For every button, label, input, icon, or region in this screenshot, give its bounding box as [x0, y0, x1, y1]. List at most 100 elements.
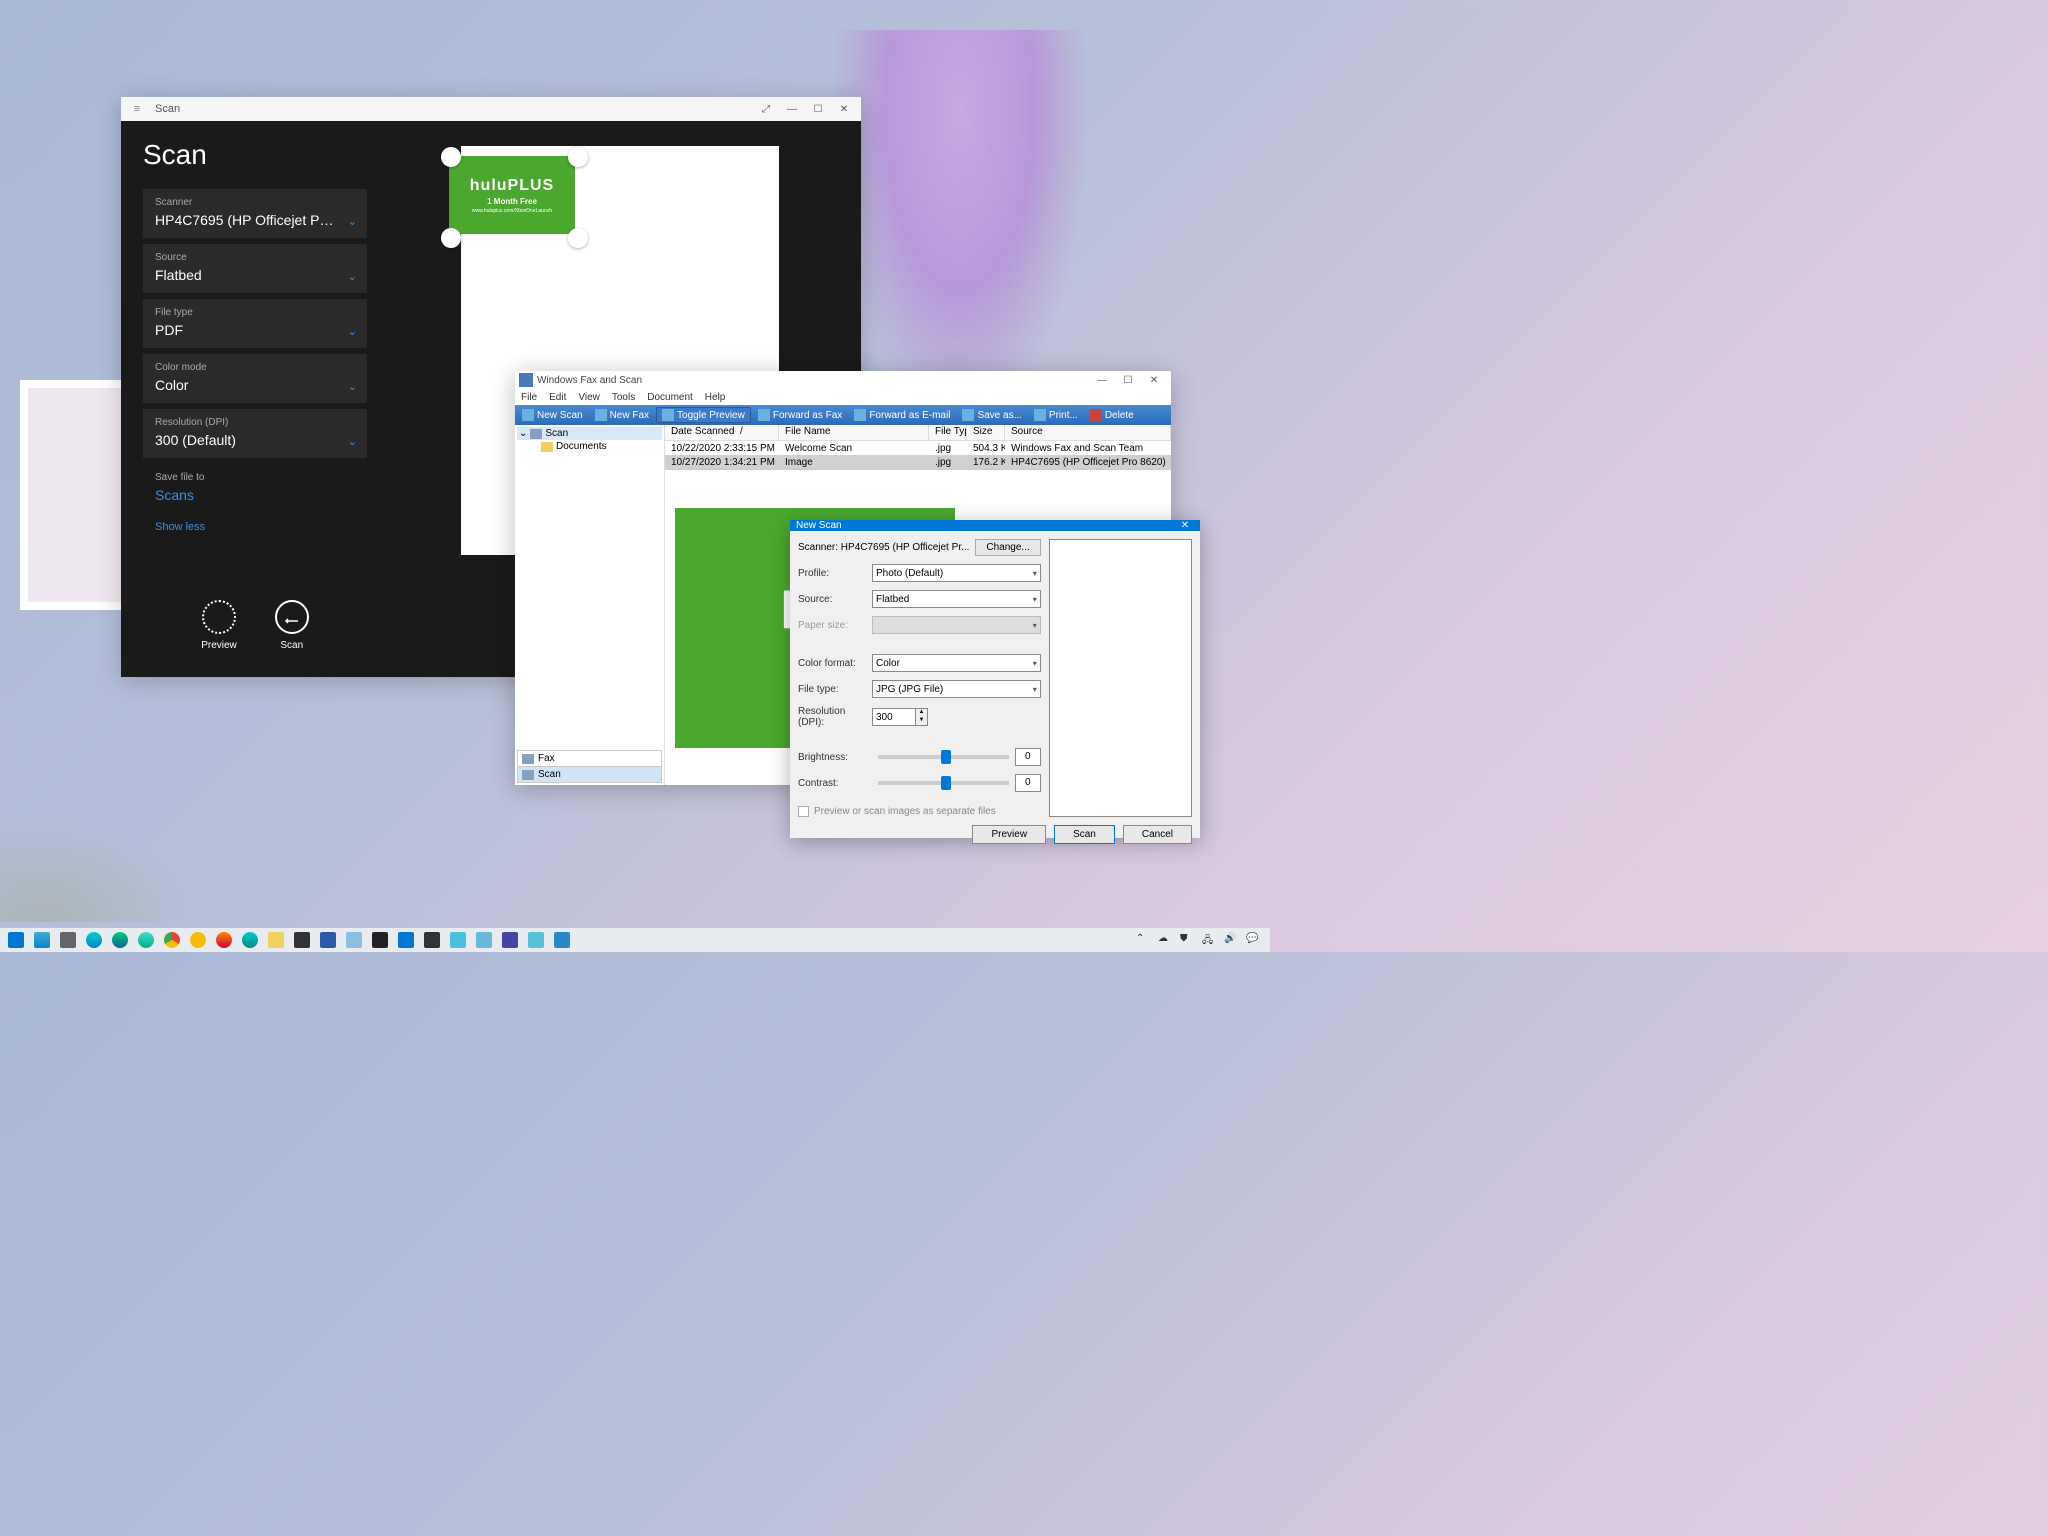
toggle-preview-button[interactable]: Toggle Preview	[656, 407, 751, 423]
source-select[interactable]: Flatbed▾	[872, 590, 1041, 608]
col-source[interactable]: Source	[1005, 425, 1171, 440]
scan-crop-region[interactable]: huluPLUS 1 Month Free www.huluplus.com/X…	[449, 156, 575, 234]
action-center-icon[interactable]: 💬	[1246, 933, 1260, 947]
filetype-dropdown[interactable]: File type PDF ⌄	[143, 299, 367, 348]
taskbar-app[interactable]	[238, 930, 261, 950]
cancel-button[interactable]: Cancel	[1123, 825, 1192, 844]
scan-titlebar[interactable]: ≡ Scan ⤢ — ☐ ✕	[121, 97, 861, 121]
close-button[interactable]: ✕	[1176, 520, 1194, 531]
taskbar-app[interactable]	[446, 930, 469, 950]
preview-button[interactable]: Preview	[201, 600, 237, 651]
scan-button[interactable]: Scan	[1054, 825, 1115, 844]
menu-file[interactable]: File	[521, 392, 537, 403]
fax-titlebar[interactable]: Windows Fax and Scan — ☐ ✕	[515, 371, 1171, 389]
volume-icon[interactable]: 🔊	[1224, 933, 1238, 947]
delete-button[interactable]: Delete	[1085, 408, 1139, 422]
scan-tab[interactable]: Scan	[517, 766, 662, 783]
explorer-button[interactable]	[264, 930, 287, 950]
minimize-button[interactable]: —	[779, 97, 805, 121]
fax-tab[interactable]: Fax	[517, 750, 662, 767]
network-icon[interactable]: 🖧	[1202, 933, 1216, 947]
dpi-input[interactable]	[872, 708, 916, 726]
maximize-button[interactable]: ☐	[1115, 371, 1141, 389]
chrome-button[interactable]	[160, 930, 183, 950]
colormode-dropdown[interactable]: Color mode Color ⌄	[143, 354, 367, 403]
firefox-button[interactable]	[212, 930, 235, 950]
terminal-button[interactable]	[368, 930, 391, 950]
col-filetype[interactable]: File Type	[929, 425, 967, 440]
savefile-link[interactable]: Save file to Scans	[143, 464, 367, 513]
col-date[interactable]: Date Scanned /	[665, 425, 779, 440]
brightness-value[interactable]: 0	[1015, 748, 1041, 766]
scanner-dropdown[interactable]: Scanner HP4C7695 (HP Officejet Pro 8620)…	[143, 189, 367, 238]
contrast-value[interactable]: 0	[1015, 774, 1041, 792]
taskbar-app[interactable]	[186, 930, 209, 950]
taskbar-app[interactable]	[498, 930, 521, 950]
save-as-button[interactable]: Save as...	[957, 408, 1026, 422]
forward-fax-button[interactable]: Forward as Fax	[753, 408, 847, 422]
taskbar-app[interactable]	[472, 930, 495, 950]
slider-thumb[interactable]	[941, 776, 951, 790]
table-row[interactable]: 10/27/2020 1:34:21 PM Image .jpg 176.2 K…	[665, 455, 1171, 469]
powershell-button[interactable]	[316, 930, 339, 950]
tree-documents-node[interactable]: Documents	[517, 440, 662, 453]
menu-view[interactable]: View	[578, 392, 600, 403]
crop-handle-tl[interactable]	[441, 147, 461, 167]
taskbar-app[interactable]	[394, 930, 417, 950]
expand-icon[interactable]: ⤢	[753, 97, 779, 121]
col-filename[interactable]: File Name	[779, 425, 929, 440]
colorformat-select[interactable]: Color▾	[872, 654, 1041, 672]
onedrive-icon[interactable]: ☁	[1158, 933, 1172, 947]
tray-chevron-icon[interactable]: ⌃	[1136, 933, 1150, 947]
new-fax-button[interactable]: New Fax	[590, 408, 654, 422]
newscan-titlebar[interactable]: New Scan ✕	[790, 520, 1200, 531]
separate-files-checkbox[interactable]	[798, 806, 809, 817]
taskbar-app[interactable]	[550, 930, 573, 950]
change-scanner-button[interactable]: Change...	[975, 539, 1040, 556]
col-size[interactable]: Size	[967, 425, 1005, 440]
contrast-slider[interactable]	[878, 781, 1009, 785]
spinner-up-icon[interactable]: ▲	[916, 709, 927, 717]
store-button[interactable]	[290, 930, 313, 950]
minimize-button[interactable]: —	[1089, 371, 1115, 389]
source-dropdown[interactable]: Source Flatbed ⌄	[143, 244, 367, 293]
newscan-preview-area[interactable]	[1049, 539, 1192, 817]
scan-button[interactable]: Scan	[275, 600, 309, 651]
crop-handle-tr[interactable]	[568, 147, 588, 167]
menu-edit[interactable]: Edit	[549, 392, 566, 403]
menu-document[interactable]: Document	[647, 392, 693, 403]
preview-button[interactable]: Preview	[972, 825, 1046, 844]
edge-button[interactable]	[82, 930, 105, 950]
settings-button[interactable]	[56, 930, 79, 950]
taskview-button[interactable]	[342, 930, 365, 950]
profile-select[interactable]: Photo (Default)▾	[872, 564, 1041, 582]
close-button[interactable]: ✕	[1141, 371, 1167, 389]
start-button[interactable]	[4, 930, 27, 950]
slider-thumb[interactable]	[941, 750, 951, 764]
show-less-link[interactable]: Show less	[143, 513, 367, 541]
taskbar-app[interactable]	[420, 930, 443, 950]
fax-icon	[522, 754, 534, 764]
table-row[interactable]: 10/22/2020 2:33:15 PM Welcome Scan .jpg …	[665, 441, 1171, 455]
hamburger-icon[interactable]: ≡	[125, 103, 149, 115]
tree-scan-node[interactable]: ⌄Scan	[517, 427, 662, 440]
search-button[interactable]	[30, 930, 53, 950]
taskbar-app[interactable]	[108, 930, 131, 950]
resolution-dropdown[interactable]: Resolution (DPI) 300 (Default) ⌄	[143, 409, 367, 458]
maximize-button[interactable]: ☐	[805, 97, 831, 121]
menu-tools[interactable]: Tools	[612, 392, 635, 403]
taskbar-app[interactable]	[524, 930, 547, 950]
crop-handle-br[interactable]	[568, 228, 588, 248]
brightness-slider[interactable]	[878, 755, 1009, 759]
dpi-spinner[interactable]: ▲▼	[916, 708, 928, 726]
crop-handle-bl[interactable]	[441, 228, 461, 248]
close-button[interactable]: ✕	[831, 97, 857, 121]
print-button[interactable]: Print...	[1029, 408, 1083, 422]
forward-email-button[interactable]: Forward as E-mail	[849, 408, 955, 422]
taskbar-app[interactable]	[134, 930, 157, 950]
menu-help[interactable]: Help	[705, 392, 726, 403]
filetype-select[interactable]: JPG (JPG File)▾	[872, 680, 1041, 698]
new-scan-button[interactable]: New Scan	[517, 408, 588, 422]
security-icon[interactable]: ⛊	[1180, 933, 1194, 947]
spinner-down-icon[interactable]: ▼	[916, 717, 927, 725]
